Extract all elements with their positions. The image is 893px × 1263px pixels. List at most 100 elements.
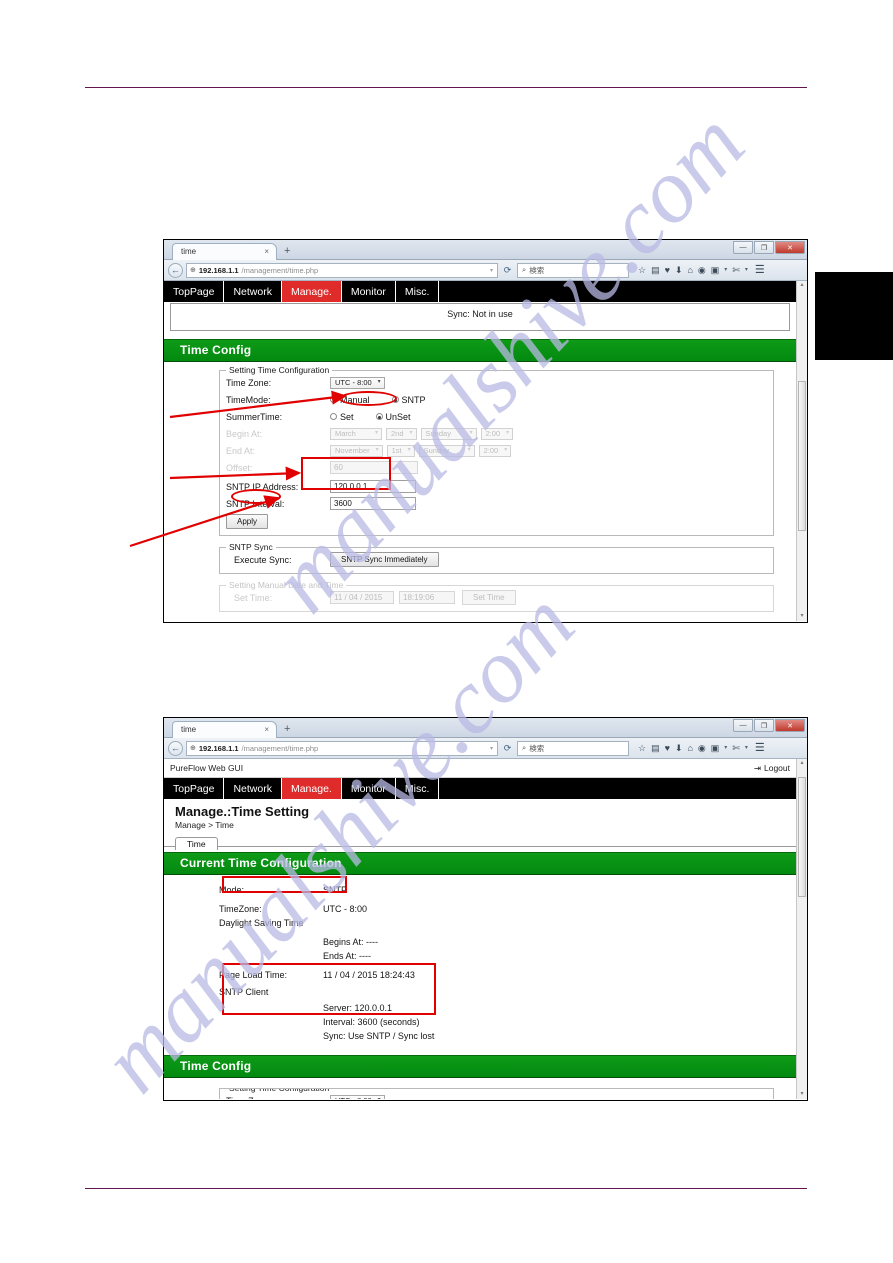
search-input[interactable]: ⌕ 検索 <box>517 262 629 278</box>
input-set-clock[interactable]: 18:19:06 <box>399 591 455 604</box>
minimize-button[interactable]: — <box>733 719 753 732</box>
nav-tab-toppage[interactable]: TopPage <box>164 281 225 302</box>
sync-icon[interactable]: ◉ <box>698 265 706 275</box>
select-begin-day[interactable]: Sunday <box>420 427 477 440</box>
scroll-down-arrow-icon[interactable]: ▾ <box>797 612 807 621</box>
select-time-zone[interactable]: UTC - 8:00 <box>330 376 385 389</box>
address-bar[interactable]: ⊕ 192.168.1.1/management/time.php ▾ <box>186 740 498 756</box>
scrollbar-thumb[interactable] <box>798 777 806 897</box>
sntp-sync-immediately-button[interactable]: SNTP Sync Immediately <box>330 552 439 567</box>
home-icon[interactable]: ⌂ <box>687 265 692 275</box>
fieldset-legend: Setting Manual Date and Time <box>226 580 347 590</box>
select-begin-time[interactable]: 2:00 <box>480 427 514 440</box>
nav-tab-network[interactable]: Network <box>224 281 282 302</box>
overflow-caret-icon[interactable]: ▾ <box>724 744 727 753</box>
nav-tab-toppage[interactable]: TopPage <box>164 778 225 799</box>
scroll-up-arrow-icon[interactable]: ▴ <box>797 281 807 290</box>
close-icon[interactable]: × <box>264 725 269 735</box>
select-end-week[interactable]: 1st <box>386 444 415 457</box>
reading-list-icon[interactable]: ▤ <box>651 265 660 275</box>
scrollbar-thumb[interactable] <box>798 381 806 531</box>
sync-status-text: Sync: Not in use <box>447 309 513 319</box>
radio-summer-unset[interactable]: UnSet <box>375 411 411 422</box>
minimize-button[interactable]: — <box>733 241 753 254</box>
sub-tab-time[interactable]: Time <box>175 837 218 850</box>
close-icon[interactable]: × <box>264 247 269 257</box>
screenshot-icon[interactable]: ▣ <box>711 265 720 275</box>
input-set-date[interactable]: 11 / 04 / 2015 <box>330 591 394 604</box>
current-time-configuration-body: Mode: SNTP TimeZone: UTC - 8:00 Daylight… <box>164 875 796 1047</box>
close-button[interactable]: ✕ <box>775 241 805 254</box>
address-path: /management/time.php <box>241 265 319 275</box>
scroll-down-arrow-icon[interactable]: ▾ <box>797 1090 807 1099</box>
radio-dot-icon <box>330 396 337 403</box>
reload-icon[interactable]: ⟳ <box>501 265 514 276</box>
pocket-icon[interactable]: ♥ <box>665 265 670 275</box>
home-icon[interactable]: ⌂ <box>687 743 692 753</box>
logout-button[interactable]: ⇥ Logout <box>754 763 790 774</box>
reading-list-icon[interactable]: ▤ <box>651 743 660 753</box>
section-header-time-config-1: Time Config <box>164 339 796 362</box>
overflow-caret-2-icon[interactable]: ▾ <box>745 266 748 275</box>
hamburger-menu-icon[interactable]: ☰ <box>755 742 765 753</box>
nav-tab-misc[interactable]: Misc. <box>395 778 440 799</box>
new-tab-button[interactable]: + <box>284 246 290 257</box>
vertical-scrollbar-1[interactable]: ▴ ▾ <box>796 281 807 621</box>
chevron-down-icon[interactable]: ▾ <box>490 745 493 752</box>
select-begin-week[interactable]: 2nd <box>386 427 417 440</box>
browser-viewport-1: TopPage Network Manage. Monitor Misc. Sy… <box>164 281 807 621</box>
row-sntp-interval: SNTP Interval: 3600 <box>226 496 767 511</box>
page-bottom-rule <box>85 1188 807 1189</box>
address-path: /management/time.php <box>241 743 319 753</box>
overflow-caret-icon[interactable]: ▾ <box>724 266 727 275</box>
fieldset-sntp-sync-1: SNTP Sync Execute Sync: SNTP Sync Immedi… <box>219 542 774 574</box>
overflow-caret-2-icon[interactable]: ▾ <box>745 744 748 753</box>
nav-tab-misc[interactable]: Misc. <box>395 281 440 302</box>
select-begin-month[interactable]: March <box>330 427 382 440</box>
chevron-down-icon[interactable]: ▾ <box>490 267 493 274</box>
input-sntp-interval[interactable]: 3600 <box>330 497 416 510</box>
select-end-time[interactable]: 2:00 <box>478 444 512 457</box>
back-arrow-icon[interactable]: ← <box>168 262 183 278</box>
pocket-icon[interactable]: ♥ <box>665 743 670 753</box>
section-header-time-config-2: Time Config <box>164 1055 796 1078</box>
addon-icon[interactable]: ✄ <box>732 265 740 275</box>
globe-icon: ⊕ <box>190 745 196 752</box>
nav-tab-network[interactable]: Network <box>224 778 282 799</box>
sync-icon[interactable]: ◉ <box>698 743 706 753</box>
apply-button[interactable]: Apply <box>226 514 269 529</box>
browser-tab[interactable]: time × <box>172 243 277 260</box>
hamburger-menu-icon[interactable]: ☰ <box>755 264 765 275</box>
nav-tab-monitor[interactable]: Monitor <box>341 778 396 799</box>
bookmark-star-icon[interactable]: ☆ <box>638 265 646 275</box>
radio-summer-set[interactable]: Set <box>330 412 354 422</box>
back-arrow-icon[interactable]: ← <box>168 740 183 756</box>
window-controls: — ❐ ✕ <box>733 719 805 732</box>
browser-tab[interactable]: time × <box>172 721 277 738</box>
maximize-button[interactable]: ❐ <box>754 241 774 254</box>
gui-nav-tabs-2: TopPage Network Manage. Monitor Misc. <box>164 778 796 799</box>
addon-icon[interactable]: ✄ <box>732 743 740 753</box>
select-end-month[interactable]: November <box>330 444 383 457</box>
bookmark-star-icon[interactable]: ☆ <box>638 743 646 753</box>
label-summer-time: SummerTime: <box>226 411 283 422</box>
search-input[interactable]: ⌕ 検索 <box>517 740 629 756</box>
radio-label: UnSet <box>385 411 411 422</box>
vertical-scrollbar-2[interactable]: ▴ ▾ <box>796 759 807 1099</box>
downloads-icon[interactable]: ⬇ <box>675 743 683 753</box>
close-button[interactable]: ✕ <box>775 719 805 732</box>
reload-icon[interactable]: ⟳ <box>501 743 514 754</box>
address-bar[interactable]: ⊕ 192.168.1.1/management/time.php ▾ <box>186 262 498 278</box>
screenshot-icon[interactable]: ▣ <box>711 743 720 753</box>
set-time-button[interactable]: Set Time <box>462 590 516 605</box>
downloads-icon[interactable]: ⬇ <box>675 265 683 275</box>
select-time-zone-2[interactable]: UTC - 8:00 <box>330 1094 385 1099</box>
browser-window-screenshot-2: time × + — ❐ ✕ ← ⊕ 192.168.1.1/managemen… <box>163 717 808 1101</box>
nav-tab-manage[interactable]: Manage. <box>281 778 342 799</box>
new-tab-button[interactable]: + <box>284 724 290 735</box>
maximize-button[interactable]: ❐ <box>754 719 774 732</box>
nav-tab-manage[interactable]: Manage. <box>281 281 342 302</box>
select-end-day[interactable]: Sunday <box>418 444 475 457</box>
scroll-up-arrow-icon[interactable]: ▴ <box>797 759 807 768</box>
nav-tab-monitor[interactable]: Monitor <box>341 281 396 302</box>
